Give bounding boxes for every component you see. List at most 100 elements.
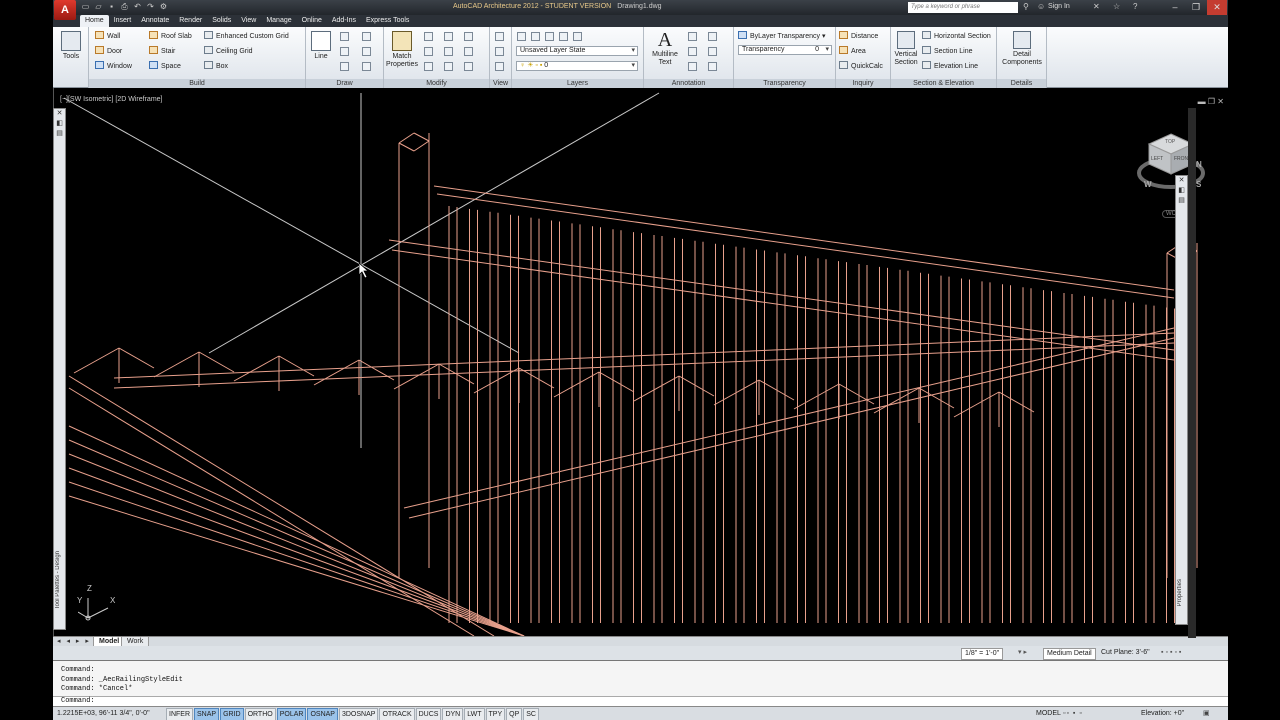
properties-menu-icon[interactable]: ▤ [1176,196,1187,206]
stretch-icon[interactable] [424,62,433,71]
drawing-tool-icons[interactable]: ▪▫▪▫▪ [1161,648,1183,658]
coordinate-readout[interactable]: 1.2215E+03, 96'-11 3/4", 0'-0" [57,709,150,719]
toggle-polar[interactable]: POLAR [276,708,307,720]
table-icon[interactable] [688,62,697,71]
application-menu-button[interactable]: A [54,0,76,20]
match-properties-button[interactable]: Match Properties [386,31,418,69]
trim-icon[interactable] [464,32,473,41]
cut-plane-label[interactable]: Cut Plane: 3'-6" [1101,648,1150,658]
clean-screen-icon[interactable]: ▣ [1203,709,1210,719]
search-input[interactable]: Type a keyword or phrase [908,2,1018,13]
toggle-qp[interactable]: QP [506,708,523,720]
rectangle-icon[interactable] [340,62,349,71]
navigate-icon[interactable] [495,62,504,71]
view-icon[interactable] [495,32,504,41]
toggle-3dosnap[interactable]: 3DOSNAP [338,708,379,720]
undo-icon[interactable]: ↶ [133,2,142,11]
circle-icon[interactable] [340,47,349,56]
line-button[interactable]: Line [310,31,332,61]
toggle-otrack[interactable]: OTRACK [379,708,415,720]
transparency-panel-title[interactable]: Transparency [734,79,835,88]
print-icon[interactable]: ⎙ [120,2,129,11]
schedule-icon[interactable] [708,62,717,71]
minimize-icon[interactable]: – [1165,0,1185,15]
tools-button[interactable]: Tools [57,31,85,61]
elevation-readout[interactable]: Elevation: +0" [1141,709,1184,719]
properties-close-icon[interactable]: ✕ [1176,176,1187,186]
compass-south-label[interactable]: S [1196,180,1201,189]
section-elevation-panel-title[interactable]: Section & Elevation [891,79,996,88]
tool-palettes-title[interactable]: Tool Palettes - Design [55,551,65,609]
scale-icons[interactable]: ▾ ▸ [1018,648,1027,658]
dimension-icon[interactable] [688,32,697,41]
toggle-infer[interactable]: INFER [166,708,193,720]
display-config-dropdown[interactable]: Medium Detail [1043,648,1096,660]
properties-title[interactable]: Properties [1177,579,1187,606]
window-button[interactable]: Window [95,61,132,72]
toggle-lwt[interactable]: LWT [464,708,485,720]
region-icon[interactable] [362,62,371,71]
transparency-value-field[interactable]: Transparency 0 [738,45,832,55]
hatch-icon[interactable] [362,47,371,56]
wall-button[interactable]: Wall [95,31,120,42]
restore-icon[interactable]: ❐ [1186,0,1206,15]
layers-panel-title[interactable]: Layers [512,79,643,88]
toggle-ortho[interactable]: ORTHO [244,708,276,720]
viewcube-top-label[interactable]: TOP [1165,139,1175,145]
workspace-icon[interactable]: ⚙ [159,2,168,11]
detail-components-button[interactable]: Detail Components [999,31,1045,67]
stair-button[interactable]: Stair [149,46,175,57]
current-layer-dropdown[interactable]: ♀ ☀ ▫ ▪ 0 [516,61,638,71]
elevation-line-button[interactable]: Elevation Line [922,61,978,72]
star-icon[interactable]: ☆ [1113,2,1120,11]
exchange-icon[interactable]: ✕ [1093,2,1100,11]
open-icon[interactable]: ▱ [94,2,103,11]
box-button[interactable]: Box [204,61,228,72]
vertical-section-button[interactable]: Vertical Section [892,31,920,67]
compass-north-label[interactable]: N [1196,160,1202,169]
tab-online[interactable]: Online [297,15,327,27]
inquiry-panel-title[interactable]: Inquiry [836,79,890,88]
user-icon[interactable]: ☺ [1037,2,1045,11]
new-icon[interactable]: ▭ [81,2,90,11]
tab-insert[interactable]: Insert [109,15,137,27]
section-line-button[interactable]: Section Line [922,46,973,57]
rotate-icon[interactable] [444,32,453,41]
viewport-controls-label[interactable]: [−][SW Isometric] [2D Wireframe] [60,96,163,103]
move-icon[interactable] [424,32,433,41]
help-icon[interactable]: ? [1133,2,1137,11]
tab-solids[interactable]: Solids [207,15,236,27]
quickcalc-button[interactable]: QuickCalc [839,61,883,72]
tool-palettes-panel[interactable]: ✕ ◧ ▤ Tool Palettes - Design [53,108,66,630]
layer-freeze-icon[interactable] [573,32,582,41]
copy-icon[interactable] [424,47,433,56]
binoculars-icon[interactable]: ⚲ [1023,2,1029,11]
properties-palette[interactable]: ✕ ◧ ▤ Properties [1175,175,1188,625]
leader-icon[interactable] [688,47,697,56]
viewport-tools-icons[interactable]: ▫▫ ▪ ▫ [1063,709,1083,719]
build-panel-title[interactable]: Build [89,79,305,88]
tab-render[interactable]: Render [174,15,207,27]
toggle-grid[interactable]: GRID [220,708,244,720]
close-icon[interactable]: ✕ [1207,0,1227,15]
polyline-icon[interactable] [340,32,349,41]
toggle-sc[interactable]: SC [523,708,539,720]
command-input[interactable]: Command: [53,696,1228,706]
layer-properties-icon[interactable] [517,32,526,41]
layer-match-icon[interactable] [545,32,554,41]
wireframe-drawing[interactable] [54,88,1228,636]
save-icon[interactable]: ▪ [107,2,116,11]
palette-properties-icon[interactable]: ▤ [54,129,65,139]
vertical-scrollbar[interactable] [1188,108,1196,638]
area-button[interactable]: Area [839,46,866,57]
toggle-dyn[interactable]: DYN [442,708,464,720]
toggle-osnap[interactable]: OSNAP [307,708,338,720]
toggle-tpy[interactable]: TPY [485,708,506,720]
keynote-icon[interactable] [708,47,717,56]
array-icon[interactable] [464,62,473,71]
properties-autohide-icon[interactable]: ◧ [1176,186,1187,196]
tab-view[interactable]: View [236,15,261,27]
tag-icon[interactable] [708,32,717,41]
mirror-icon[interactable] [444,47,453,56]
roof-slab-button[interactable]: Roof Slab [149,31,192,42]
